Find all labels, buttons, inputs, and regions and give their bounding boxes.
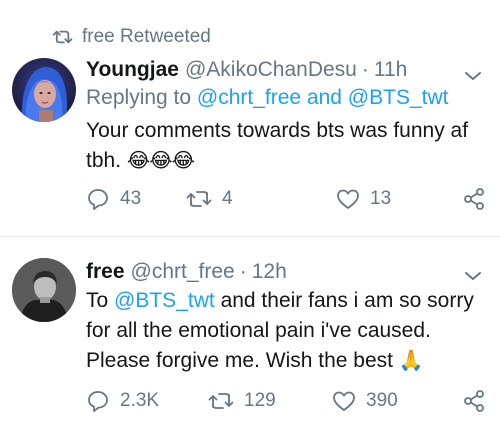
- chevron-down-icon[interactable]: [464, 270, 482, 282]
- display-name[interactable]: Youngjae: [86, 58, 179, 82]
- retweet-icon: [208, 393, 234, 409]
- heart-icon: [337, 189, 359, 209]
- tweet-text: To @BTS_twt and their fans i am so sorry…: [86, 286, 492, 376]
- retweet-label: free Retweeted: [82, 26, 211, 47]
- avatar-image: [12, 58, 76, 122]
- reply-count: 43: [120, 188, 142, 209]
- tweet[interactable]: free @chrt_free · 12h To @BTS_twt and th…: [0, 250, 500, 433]
- like-button[interactable]: 390: [332, 387, 398, 415]
- mention-link[interactable]: @BTS_twt: [114, 289, 215, 312]
- retweet-indicator: free Retweeted: [52, 26, 211, 48]
- separator: ·: [239, 260, 247, 283]
- display-name[interactable]: free: [86, 260, 125, 284]
- reply-button[interactable]: 43: [86, 185, 141, 213]
- share-icon: [464, 188, 484, 210]
- timestamp[interactable]: 12h: [252, 260, 287, 284]
- heart-icon: [333, 391, 355, 411]
- like-count: 390: [366, 390, 398, 411]
- retweet-count: 4: [222, 188, 233, 209]
- emoji: 🙏: [398, 350, 424, 372]
- tweet-header: free @chrt_free · 12h: [86, 260, 287, 284]
- replying-to-handles[interactable]: @chrt_free and @BTS_twt: [197, 86, 449, 109]
- divider: [0, 236, 500, 237]
- tweet-text-prefix: To: [86, 289, 109, 312]
- user-handle[interactable]: @chrt_free: [131, 260, 235, 284]
- replying-to: Replying to @chrt_free and @BTS_twt: [86, 86, 448, 110]
- retweet-button[interactable]: 129: [208, 387, 276, 415]
- retweet-count: 129: [244, 390, 276, 411]
- avatar[interactable]: [12, 258, 76, 322]
- timestamp[interactable]: 11h: [374, 58, 407, 82]
- chevron-down-icon[interactable]: [464, 70, 482, 82]
- tweet-header: Youngjae @AkikoChanDesu · 11h: [86, 58, 407, 82]
- reply-icon: [88, 189, 108, 210]
- replying-to-label: Replying to: [86, 86, 192, 109]
- separator: ·: [361, 58, 369, 81]
- tweet-actions: 2.3K 129 390: [86, 387, 490, 415]
- avatar[interactable]: [12, 58, 76, 122]
- tweet[interactable]: Youngjae @AkikoChanDesu · 11h Replying t…: [0, 50, 500, 236]
- share-button[interactable]: [462, 185, 496, 213]
- user-handle[interactable]: @AkikoChanDesu: [185, 58, 357, 82]
- reply-count: 2.3K: [120, 390, 160, 411]
- retweet-icon: [52, 30, 73, 44]
- retweet-icon: [186, 191, 212, 207]
- tweet-text: Your comments towards bts was funny af t…: [86, 116, 492, 176]
- share-icon: [464, 390, 484, 412]
- emoji: 😂😂😂: [126, 150, 195, 172]
- avatar-image: [12, 258, 76, 322]
- retweet-button[interactable]: 4: [186, 185, 233, 213]
- like-button[interactable]: 13: [336, 185, 391, 213]
- tweet-actions: 43 4 13: [86, 185, 490, 213]
- like-count: 13: [370, 188, 392, 209]
- share-button[interactable]: [462, 387, 496, 415]
- reply-button[interactable]: 2.3K: [86, 387, 159, 415]
- reply-icon: [88, 391, 108, 412]
